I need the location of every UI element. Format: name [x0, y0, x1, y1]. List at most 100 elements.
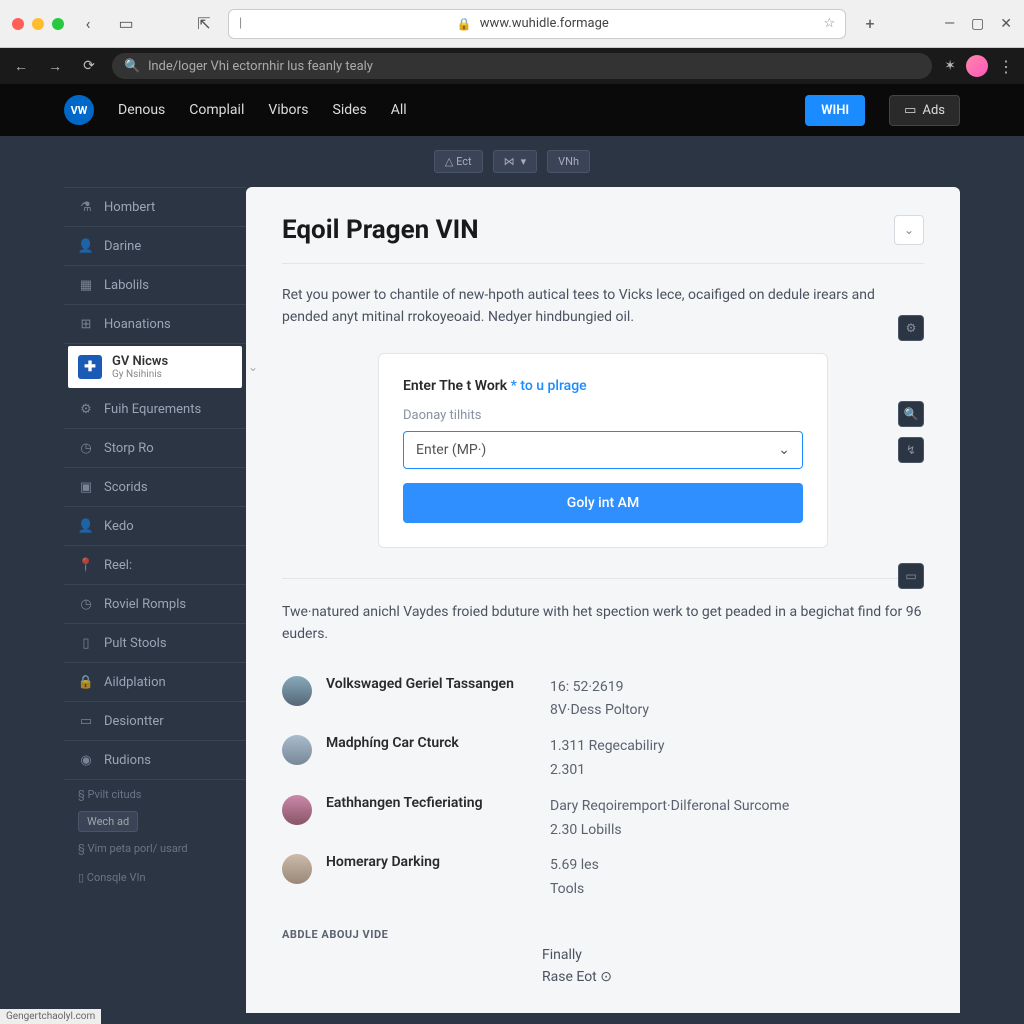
sidebar-item[interactable]: 👤Kedo [64, 507, 246, 546]
nav-link-1[interactable]: Complail [189, 102, 244, 118]
sidebar-item[interactable]: ▣Scorids [64, 468, 246, 507]
filter-pills: △ Ect ⋈▾ VNh [0, 136, 1024, 187]
sidebar-icon: 📍 [78, 557, 94, 573]
close-icon[interactable]: ✕ [1000, 16, 1012, 32]
sidebar-note: § Vim peta porl/ usard [64, 834, 246, 863]
sidebar-item[interactable]: ▭Desiontter [64, 702, 246, 741]
result-meta: 5.69 lesTools [550, 854, 924, 902]
pill-0[interactable]: △ Ect [434, 150, 483, 173]
inner-search-bar[interactable]: 🔍 lnde/loger Vhi ectornhir lus feanly te… [112, 53, 932, 79]
sidebar-item[interactable]: 👤Darine [64, 227, 246, 266]
inner-search-text: lnde/loger Vhi ectornhir lus feanly teal… [148, 59, 373, 74]
chevron-down-icon: ▾ [521, 155, 527, 168]
profile-avatar[interactable] [966, 55, 988, 77]
url-text: www.wuhidle.formage [480, 16, 609, 31]
window-chrome: ‹ ▭ ⇱ | 🔒 www.wuhidle.formage ☆ + — ▢ ✕ [0, 0, 1024, 48]
sidebar-item[interactable]: ◉Rudions [64, 741, 246, 780]
star-icon[interactable]: ☆ [823, 16, 835, 31]
avatar [282, 795, 312, 825]
cta-button[interactable]: WIHI [805, 95, 865, 126]
result-meta: 16: 52·26198V·Dess Poltory [550, 676, 924, 724]
result-row[interactable]: Volkswaged Geriel Tassangen 16: 52·26198… [282, 670, 924, 730]
results-list: Volkswaged Geriel Tassangen 16: 52·26198… [282, 670, 924, 908]
nav-link-4[interactable]: All [391, 102, 407, 118]
tab-icon[interactable]: ▭ [112, 10, 140, 38]
maximize-window-icon[interactable] [52, 18, 64, 30]
rase-text[interactable]: Rase Eot ⊙ [542, 969, 612, 985]
sidebar-item[interactable]: 🔒Aildplation [64, 663, 246, 702]
minimize-window-icon[interactable] [32, 18, 44, 30]
sidebar-icon: ▯ [78, 635, 94, 651]
sidebar-icon: ◉ [78, 752, 94, 768]
brand-logo[interactable]: VW [64, 95, 94, 125]
sidebar-item[interactable]: ⊞Hoanations [64, 305, 246, 344]
inner-back-icon[interactable]: ← [10, 55, 32, 77]
sidebar-item[interactable]: ◷Roviel Rompls [64, 585, 246, 624]
form-card: Enter The t Work * to u plrage Daonay ti… [378, 353, 828, 548]
section-label: ABDLE ABOUJ VIDE [282, 928, 924, 941]
back-button[interactable]: ‹ [74, 10, 102, 38]
restore-icon[interactable]: ▢ [971, 16, 984, 32]
result-name: Madphíng Car Cturck [326, 735, 536, 751]
inner-forward-icon[interactable]: → [44, 55, 66, 77]
result-row[interactable]: Eathhangen Tecfieriating Dary Reqoirempo… [282, 789, 924, 849]
content-panel: Eqoil Pragen VIN ⌄ Ret you power to chan… [246, 187, 960, 1013]
minimize-icon[interactable]: — [944, 16, 955, 32]
sidebar-item[interactable]: ▯Pult Stools [64, 624, 246, 663]
result-name: Volkswaged Geriel Tassangen [326, 676, 536, 692]
sidebar-note: ▯ Consqle VIn [64, 863, 246, 892]
rail-search-icon[interactable]: 🔍 [898, 401, 924, 427]
menu-icon[interactable]: ⋮ [998, 57, 1014, 76]
page-options-button[interactable]: ⌄ [894, 215, 924, 245]
nav-link-2[interactable]: Vibors [268, 102, 308, 118]
close-window-icon[interactable] [12, 18, 24, 30]
sidebar: ⚗Hombert👤Darine▦Labolils⊞Hoanations✚GV N… [64, 187, 246, 1013]
right-rail: ⚙ 🔍 ↯ ▭ [898, 315, 924, 589]
url-bar[interactable]: | 🔒 www.wuhidle.formage ☆ [228, 9, 846, 39]
sidebar-icon: ⚙ [78, 401, 94, 417]
pill-2[interactable]: VNh [547, 150, 590, 173]
page-title: Eqoil Pragen VIN [282, 215, 479, 245]
rail-bolt-icon[interactable]: ↯ [898, 437, 924, 463]
result-name: Eathhangen Tecfieriating [326, 795, 536, 811]
pill-1[interactable]: ⋈▾ [493, 150, 538, 173]
result-row[interactable]: Madphíng Car Cturck 1.311 Regecabiliry2.… [282, 729, 924, 789]
submit-button[interactable]: Goly int AM [403, 483, 803, 523]
inner-reload-icon[interactable]: ⟳ [78, 55, 100, 77]
sidebar-icon: ▣ [78, 479, 94, 495]
sidebar-icon: ⚗ [78, 199, 94, 215]
sidebar-tag[interactable]: Wech ad [78, 811, 138, 832]
search-icon: 🔍 [124, 59, 140, 74]
rail-gear-icon[interactable]: ⚙ [898, 315, 924, 341]
nav-link-3[interactable]: Sides [333, 102, 367, 118]
new-tab-icon[interactable]: + [856, 10, 884, 38]
footer-status: Gengertchaolyl.com [0, 1009, 101, 1024]
sidebar-icon: ▦ [78, 277, 94, 293]
nav-link-0[interactable]: Denous [118, 102, 165, 118]
sidebar-item-active[interactable]: ✚GV NicwsGy Nsihinis⌄ [68, 346, 242, 388]
share-icon[interactable]: ⇱ [190, 10, 218, 38]
select-placeholder: Enter (MP·) [416, 442, 486, 458]
result-meta: 1.311 Regecabiliry2.301 [550, 735, 924, 783]
field-label: Daonay tilhits [403, 408, 803, 423]
sidebar-item[interactable]: ▦Labolils [64, 266, 246, 305]
result-meta: Dary Reqoiremport·Dilferonal Surcome2.30… [550, 795, 924, 843]
traffic-lights [12, 18, 64, 30]
sidebar-icon: ▭ [78, 713, 94, 729]
avatar [282, 854, 312, 884]
sidebar-item[interactable]: 📍Reel: [64, 546, 246, 585]
sidebar-icon: ◷ [78, 596, 94, 612]
sidebar-item[interactable]: ◷Storp Ro [64, 429, 246, 468]
result-row[interactable]: Homerary Darking 5.69 lesTools [282, 848, 924, 908]
select-field[interactable]: Enter (MP·) ⌄ [403, 431, 803, 469]
ads-button[interactable]: ▭Ads [889, 95, 960, 126]
chevron-down-icon: ⌄ [778, 442, 790, 458]
rail-save-icon[interactable]: ▭ [898, 563, 924, 589]
sidebar-icon: 👤 [78, 518, 94, 534]
sidebar-item[interactable]: ⚙Fuih Equrements [64, 390, 246, 429]
sidebar-item[interactable]: ⚗Hombert [64, 187, 246, 227]
avatar [282, 676, 312, 706]
bookmark-icon[interactable]: ✶ [944, 58, 956, 74]
lower-text: Twe·natured anichl Vaydes froied bduture… [282, 578, 924, 646]
intro-text: Ret you power to chantile of new-hpoth a… [282, 284, 924, 329]
